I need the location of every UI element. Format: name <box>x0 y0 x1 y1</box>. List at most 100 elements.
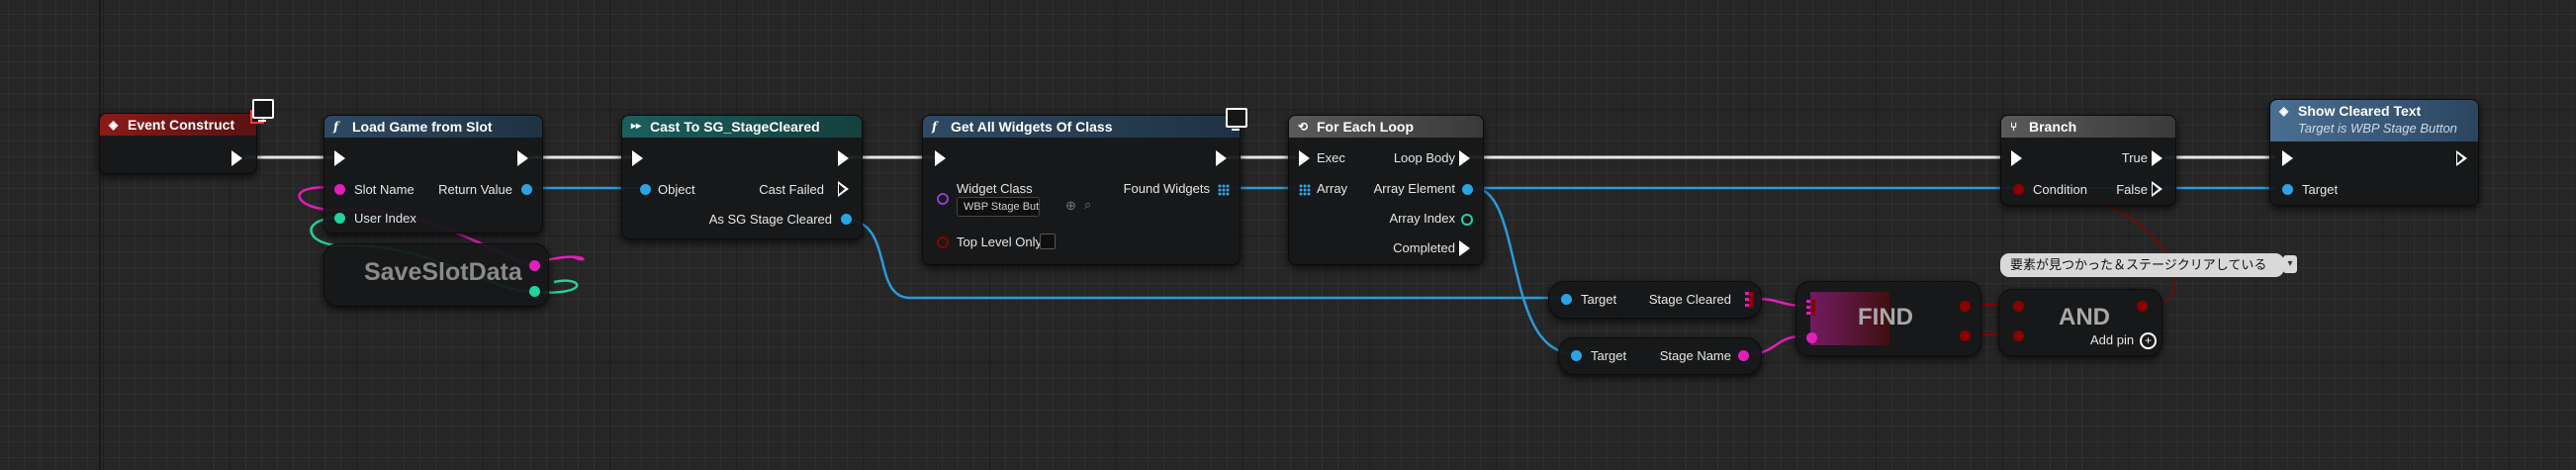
map-in-pin[interactable] <box>1806 300 1810 316</box>
pin-label: Stage Name <box>1659 348 1731 363</box>
loop-body-pin[interactable] <box>1459 150 1470 166</box>
get-stage-name-node[interactable]: Target Stage Name <box>1558 337 1762 375</box>
node-title: Load Game from Slot <box>352 119 493 135</box>
event-diamond-icon: ◈ <box>2279 104 2289 118</box>
object-pin[interactable] <box>640 184 651 195</box>
key-in-pin[interactable] <box>1806 332 1817 343</box>
target-pin[interactable] <box>2282 184 2293 195</box>
pin-label: Exec <box>1317 150 1345 165</box>
pin-label: Target <box>1591 348 1627 363</box>
pin-label: Target <box>1581 292 1617 307</box>
false-pin[interactable] <box>2152 181 2162 197</box>
object-wire <box>1473 186 1574 355</box>
exec-in-pin[interactable] <box>632 150 643 166</box>
node-title: Show Cleared Text <box>2298 103 2422 119</box>
monitor-icon <box>1226 108 1247 131</box>
widget-class-pin[interactable] <box>937 193 949 205</box>
show-cleared-text-node[interactable]: ◈ Show Cleared Text Target is WBP Stage … <box>2269 99 2479 206</box>
pin-label: Stage Cleared <box>1648 292 1731 307</box>
string-out-pin[interactable] <box>529 260 540 271</box>
comment-collapse-icon[interactable]: ▾ <box>2283 255 2297 273</box>
pin-label: Object <box>658 182 695 197</box>
bool-out-pin[interactable] <box>2137 301 2148 312</box>
browse-icon[interactable]: ⊕ <box>1065 198 1076 214</box>
cast-failed-pin[interactable] <box>838 181 849 197</box>
pin-label: Widget Class <box>957 181 1033 196</box>
for-each-loop-node[interactable]: ⟲ For Each Loop Exec Array Loop Body Arr… <box>1288 115 1484 265</box>
completed-pin[interactable] <box>1459 240 1470 256</box>
exec-in-pin[interactable] <box>2282 150 2293 166</box>
pin-label: Completed <box>1393 240 1455 255</box>
pin-label: As SG Stage Cleared <box>708 212 832 227</box>
as-object-pin[interactable] <box>841 214 852 225</box>
node-title: AND <box>2059 304 2110 330</box>
user-index-pin[interactable] <box>334 213 345 224</box>
node-title: For Each Loop <box>1317 119 1414 135</box>
comment-bubble[interactable]: 要素が見つかった＆ステージクリアしている <box>2000 253 2285 277</box>
array-index-pin[interactable] <box>1461 214 1473 226</box>
return-value-pin[interactable] <box>521 184 532 195</box>
pin-label: Array Element <box>1373 181 1455 196</box>
node-title: Branch <box>2029 119 2077 135</box>
widget-class-dropdown[interactable]: WBP Stage Butt <box>957 197 1040 217</box>
int-out-pin[interactable] <box>529 286 540 297</box>
true-pin[interactable] <box>2152 150 2162 166</box>
node-title: Event Construct <box>128 117 235 133</box>
add-pin-icon[interactable]: + <box>2140 332 2157 349</box>
bool-in-pin[interactable] <box>2013 301 2024 312</box>
string-out-pin[interactable] <box>1738 350 1749 361</box>
pin-label: Cast Failed <box>759 182 824 197</box>
node-subtitle: Target is WBP Stage Button <box>2298 121 2457 136</box>
add-pin-label: Add pin <box>2090 332 2135 347</box>
bool-in-pin[interactable] <box>2013 330 2024 341</box>
target-pin[interactable] <box>1571 350 1582 361</box>
get-stage-cleared-node[interactable]: Target Stage Cleared <box>1548 281 1762 319</box>
pin-label: Top Level Only <box>957 235 1042 249</box>
condition-pin[interactable] <box>2013 184 2024 195</box>
found-widgets-array-pin[interactable] <box>1218 184 1230 196</box>
pin-label: False <box>2116 182 2148 197</box>
top-level-pin[interactable] <box>937 236 949 248</box>
load-game-node[interactable]: f Load Game from Slot Slot Name User Ind… <box>323 115 543 234</box>
exec-in-pin[interactable] <box>2011 150 2022 166</box>
exec-out-pin[interactable] <box>1216 150 1227 166</box>
exec-out-pin[interactable] <box>2456 150 2467 166</box>
node-title: Cast To SG_StageCleared <box>650 119 820 135</box>
search-icon[interactable]: ⌕ <box>1084 197 1091 213</box>
find-node[interactable]: FIND <box>1795 281 1981 356</box>
node-title: Get All Widgets Of Class <box>951 119 1113 135</box>
pin-label: Condition <box>2033 182 2087 197</box>
event-diamond-icon: ◈ <box>109 118 119 132</box>
pin-label: Array <box>1317 181 1348 196</box>
monitor-icon <box>252 99 274 122</box>
found-out-pin[interactable] <box>1960 330 1971 341</box>
cast-node[interactable]: ▸▸ Cast To SG_StageCleared Object Cast F… <box>621 115 863 239</box>
save-slot-data-node[interactable]: SaveSlotData <box>323 243 549 307</box>
and-node[interactable]: AND Add pin + <box>1998 289 2162 356</box>
pin-label: Loop Body <box>1393 150 1455 165</box>
exec-out-pin[interactable] <box>838 150 849 166</box>
array-in-pin[interactable] <box>1299 184 1311 196</box>
pin-label: Slot Name <box>354 182 414 197</box>
slot-name-pin[interactable] <box>334 184 345 195</box>
exec-in-pin[interactable] <box>935 150 946 166</box>
function-f-icon: f <box>333 120 339 134</box>
event-construct-node[interactable]: ◈ Event Construct <box>99 99 274 174</box>
node-title: SaveSlotData <box>364 258 522 286</box>
pin-label: Array Index <box>1389 211 1455 226</box>
loop-icon: ⟲ <box>1298 120 1309 134</box>
exec-in-pin[interactable] <box>334 150 345 166</box>
top-level-checkbox[interactable] <box>1040 234 1056 249</box>
exec-out-pin[interactable] <box>517 150 528 166</box>
array-element-pin[interactable] <box>1462 184 1473 195</box>
get-all-widgets-node[interactable]: f Get All Widgets Of Class Widget Class … <box>922 108 1247 265</box>
map-out-pin[interactable] <box>1745 292 1749 308</box>
function-f-icon: f <box>932 120 938 134</box>
target-pin[interactable] <box>1561 294 1572 305</box>
branch-node[interactable]: ⑂ Branch Condition True False <box>2000 115 2176 206</box>
value-out-pin[interactable] <box>1960 301 1971 312</box>
node-title: FIND <box>1858 304 1913 330</box>
exec-out-pin[interactable] <box>231 150 242 166</box>
exec-in-pin[interactable] <box>1299 150 1310 166</box>
pin-label: Found Widgets <box>1123 181 1210 196</box>
